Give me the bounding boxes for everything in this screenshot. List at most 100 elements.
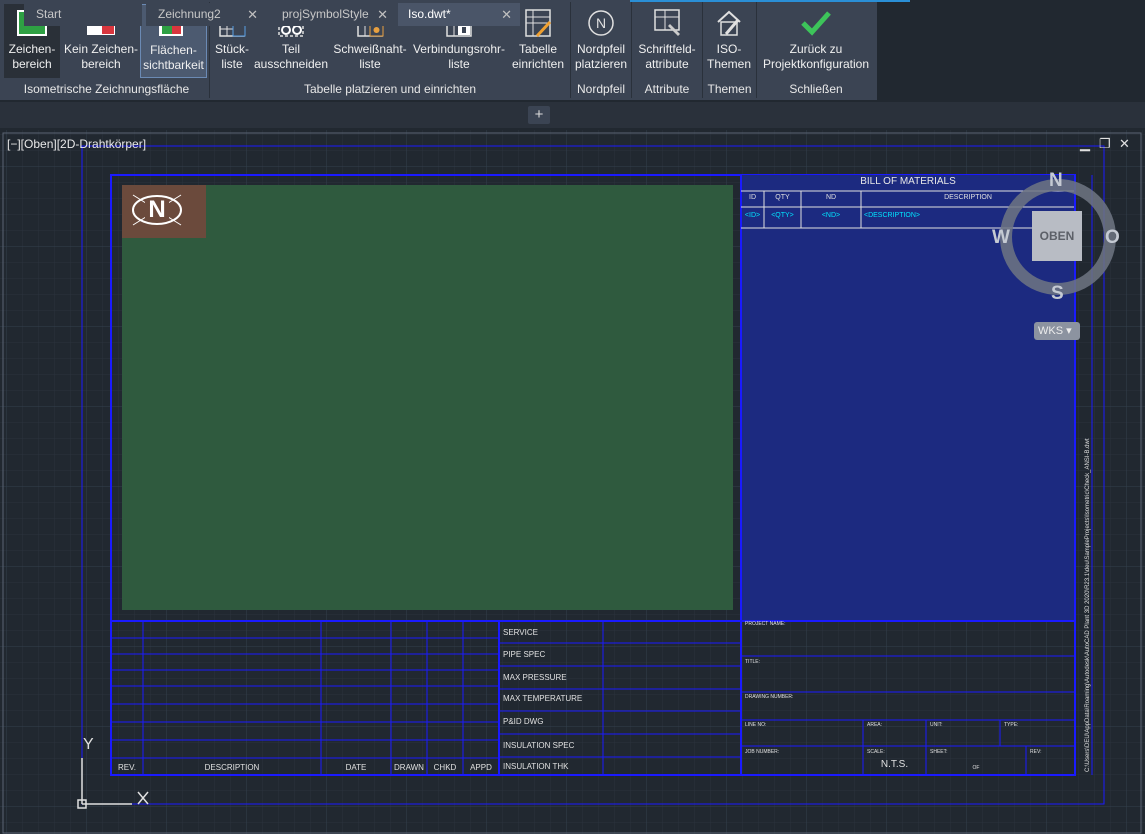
teil-ausschneiden-label-1: Teil [281, 42, 300, 56]
tab-start-label: Start [36, 7, 62, 21]
new-tab-button[interactable]: + [528, 106, 550, 124]
iso-themes-icon [712, 6, 746, 40]
bom-header-qty: QTY [775, 194, 790, 201]
zeichenbereich-label-1: Zeichen- [8, 42, 56, 56]
spec-pipe-spec: PIPE SPEC [503, 650, 546, 659]
spec-service: SERVICE [503, 628, 538, 637]
tab-iso-dwt[interactable]: Iso.dwt* ✕ [398, 3, 520, 26]
group-label-schliessen: Schließen [789, 82, 843, 96]
group-label-nordpfeil: Nordpfeil [576, 82, 626, 96]
ucs-menu-button[interactable]: WKS ▾ [1034, 322, 1080, 340]
drawing-area[interactable] [122, 185, 733, 610]
verbindungsrohrliste-label-1: Verbindungsrohr- [412, 42, 506, 56]
compass-south-label[interactable]: S [1051, 283, 1064, 305]
spec-max-temperature: MAX TEMPERATURE [503, 694, 583, 703]
teil-ausschneiden-label-2: ausschneiden [253, 57, 329, 71]
nordpfeil-label-2: platzieren [574, 57, 628, 71]
tab-close-icon[interactable]: ✕ [247, 3, 258, 26]
spec-pid-dwg: P&ID DWG [503, 717, 544, 726]
schweissnahtliste-label-1: Schweißnaht- [333, 42, 407, 56]
group-label-isometrische-zeichnungsflaeche: Isometrische Zeichnungsfläche [23, 82, 190, 96]
titleblock-attributes-icon [650, 6, 684, 40]
north-arrow-letter: N [148, 196, 166, 223]
close-viewport-icon[interactable]: ✕ [1119, 136, 1130, 152]
tb-of: OF [972, 765, 980, 771]
bom-cell-qty: <QTY> [771, 212, 794, 219]
spec-insulation-spec: INSULATION SPEC [503, 741, 575, 750]
tb-line-no: LINE NO: [745, 722, 767, 728]
tab-zeichnung2[interactable]: Zeichnung2 ✕ [146, 3, 266, 26]
group-label-attribute: Attribute [644, 82, 690, 96]
kein-zeichenbereich-label-2: bereich [81, 57, 121, 71]
viewport-controls-label[interactable]: [−][Oben][2D-Drahtkörper] [7, 137, 146, 151]
compass-east-label[interactable]: O [1105, 227, 1120, 249]
template-file-path: C:\Users\DEU\AppData\Roaming\Autodesk\Au… [1085, 438, 1091, 772]
rev-header-rev: REV. [118, 763, 136, 772]
rev-header-chkd: CHKD [433, 763, 457, 772]
north-arrow-icon: N [584, 6, 618, 40]
bom-cell-nd: <ND> [821, 212, 841, 219]
file-tab-bar [0, 102, 1145, 128]
spec-max-pressure: MAX PRESSURE [503, 673, 567, 682]
rev-header-description: DESCRIPTION [204, 763, 260, 772]
flaechensichtbarkeit-label-1: Flächen- [150, 43, 197, 57]
tb-sheet: SHEET: [930, 749, 948, 755]
ribbon-accent-line [630, 0, 910, 2]
checkmark-icon [799, 6, 833, 40]
tab-projsymbolstyle[interactable]: projSymbolStyle ✕ [270, 3, 396, 26]
tb-scale: SCALE: [867, 749, 885, 755]
tb-unit: UNIT: [930, 722, 943, 728]
tb-project-name: PROJECT NAME: [745, 621, 786, 627]
bom-header-id: ID [749, 194, 756, 201]
tb-scale-value: N.T.S. [880, 759, 909, 770]
bom-area [741, 175, 1075, 621]
tb-drawing-number: DRAWING NUMBER: [745, 694, 794, 700]
bom-title: BILL OF MATERIALS [860, 176, 956, 187]
group-label-themen: Themen [707, 82, 752, 96]
nordpfeil-label-1: Nordpfeil [576, 42, 626, 56]
tabelle-einrichten-label-1: Tabelle [518, 42, 558, 56]
stueckliste-label-1: Stück- [214, 42, 249, 56]
nordpfeil-platzieren-button[interactable]: N Nordpfeil platzieren [573, 4, 629, 78]
tb-type: TYPE: [1004, 722, 1019, 728]
spec-insulation-thk: INSULATION THK [503, 762, 569, 771]
zurueck-label-1: Zurück zu [789, 42, 843, 56]
tab-close-icon[interactable]: ✕ [501, 3, 512, 26]
stueckliste-label-2: liste [221, 57, 243, 71]
compass-west-label[interactable]: W [992, 227, 1010, 249]
verbindungsrohrliste-label-2: liste [448, 57, 470, 71]
bom-header-description: DESCRIPTION [944, 194, 992, 201]
tabelle-einrichten-label-2: einrichten [511, 57, 565, 71]
group-label-tabelle: Tabelle platzieren und einrichten [303, 82, 477, 96]
zeichenbereich-label-2: bereich [12, 57, 52, 71]
tab-start[interactable]: Start [24, 3, 142, 26]
rev-header-appd: APPD [470, 763, 492, 772]
ucs-y-label: Y [83, 736, 94, 753]
minimize-viewport-icon[interactable]: ▁ [1080, 136, 1090, 152]
rev-header-date: DATE [345, 763, 367, 772]
zurueck-label-2: Projektkonfiguration [762, 57, 870, 71]
iso-themen-button[interactable]: ISO- Themen [704, 4, 754, 78]
schriftfeldattribute-label-2: attribute [645, 57, 689, 71]
tab-iso-dwt-label: Iso.dwt* [408, 7, 451, 21]
svg-text:N: N [596, 15, 606, 31]
flaechensichtbarkeit-label-2: sichtbarkeit [143, 58, 204, 72]
table-setup-icon [521, 6, 555, 40]
kein-zeichenbereich-label-1: Kein Zeichen- [63, 42, 139, 56]
restore-viewport-icon[interactable]: ❐ [1099, 136, 1111, 152]
schriftfeldattribute-button[interactable]: Schriftfeld- attribute [634, 4, 700, 78]
schriftfeldattribute-label-1: Schriftfeld- [638, 42, 696, 56]
tab-projsymbolstyle-label: projSymbolStyle [282, 7, 369, 21]
zurueck-projektkonfiguration-button[interactable]: Zurück zu Projektkonfiguration [758, 4, 874, 78]
viewcube-top-face[interactable]: OBEN [1032, 211, 1082, 261]
compass-north-label[interactable]: N [1049, 170, 1063, 192]
bom-cell-id: <ID> [744, 212, 761, 219]
tab-close-icon[interactable]: ✕ [377, 3, 388, 26]
rev-header-drawn: DRAWN [394, 763, 424, 772]
tb-title: TITLE: [745, 659, 761, 665]
drawing-canvas[interactable] [0, 130, 1145, 834]
tb-area: AREA: [867, 722, 883, 728]
iso-themen-label-2: Themen [706, 57, 752, 71]
tab-zeichnung2-label: Zeichnung2 [158, 7, 221, 21]
iso-themen-label-1: ISO- [716, 42, 742, 56]
